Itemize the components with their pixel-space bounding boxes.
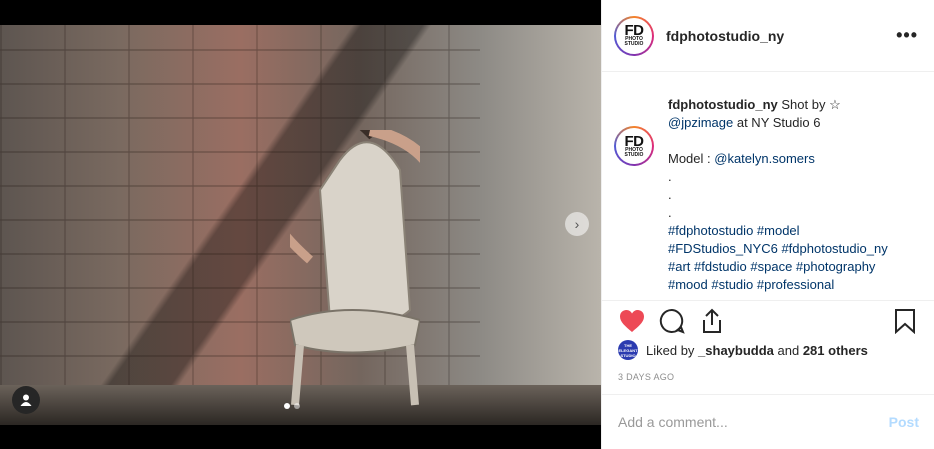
caption-dot-1: .	[668, 169, 672, 184]
action-bar	[602, 300, 934, 340]
photographer-link[interactable]: @jpzimage	[668, 115, 733, 130]
header-username[interactable]: fdphotostudio_ny	[666, 28, 896, 44]
chevron-right-icon: ›	[574, 216, 580, 232]
heart-icon	[620, 309, 644, 332]
likes-count[interactable]: 281 others	[803, 343, 868, 358]
likes-and: and	[773, 342, 803, 358]
carousel-next-button[interactable]: ›	[565, 212, 589, 236]
like-button[interactable]	[618, 307, 646, 335]
caption-text-2: at NY Studio 6	[733, 115, 821, 130]
caption-avatar-logo-subtext: PHOTO STUDIO	[624, 146, 644, 158]
instagram-post-window: › FD PHOTO STUDIO fdphotostudio_ny ••• f…	[0, 0, 934, 449]
bookmark-icon	[895, 308, 915, 334]
comment-icon	[659, 308, 685, 334]
liker-avatar[interactable]: THE ELEGANT STUDIO	[618, 340, 638, 360]
liker-username[interactable]: _shaybudda	[698, 343, 774, 358]
carousel-dot-2	[294, 403, 300, 409]
comment-form: Post	[602, 394, 934, 449]
caption-area: fdphotostudio_ny Shot by ☆ @jpzimage at …	[602, 72, 934, 292]
post-side-panel: FD PHOTO STUDIO fdphotostudio_ny ••• fdp…	[601, 0, 934, 449]
caption-line-1: fdphotostudio_ny Shot by ☆	[668, 96, 919, 114]
post-timestamp[interactable]: 3 DAYS AGO	[618, 372, 674, 382]
avatar-logo: FD PHOTO STUDIO	[616, 17, 652, 54]
share-button[interactable]	[698, 307, 726, 335]
save-button[interactable]	[891, 307, 919, 335]
hashtags-line-4[interactable]: #mood #studio #professional	[668, 276, 919, 292]
hashtags-line-3[interactable]: #art #fdstudio #space #photography	[668, 258, 919, 276]
more-icon[interactable]: •••	[896, 25, 918, 46]
post-comment-button[interactable]: Post	[889, 414, 919, 430]
caption-line-model: Model : @katelyn.somers	[668, 150, 919, 168]
model-link[interactable]: @katelyn.somers	[714, 151, 815, 166]
post-photo[interactable]: ›	[0, 0, 601, 449]
caption-avatar-logo: FD PHOTO STUDIO	[616, 128, 652, 164]
comment-button[interactable]	[658, 307, 686, 335]
caption-line-2: @jpzimage at NY Studio 6	[668, 114, 919, 132]
caption-text-1: Shot by ☆	[777, 97, 841, 112]
caption-avatar[interactable]: FD PHOTO STUDIO	[614, 126, 654, 166]
likes-row: THE ELEGANT STUDIO Liked by _shaybudda a…	[618, 340, 868, 360]
avatar-logo-subtext: PHOTO STUDIO	[624, 36, 644, 47]
carousel-indicator	[284, 403, 300, 409]
post-header: FD PHOTO STUDIO fdphotostudio_ny •••	[602, 0, 934, 72]
hashtags-line-2[interactable]: #FDStudios_NYC6 #fdphotostudio_ny	[668, 240, 919, 258]
hashtags-line-1[interactable]: #fdphotostudio #model	[668, 222, 919, 240]
carousel-dot-1	[284, 403, 290, 409]
comment-input[interactable]	[618, 414, 889, 430]
caption-username[interactable]: fdphotostudio_ny	[668, 97, 778, 112]
user-tag-button[interactable]	[12, 386, 40, 414]
profile-avatar[interactable]: FD PHOTO STUDIO	[614, 15, 654, 56]
model-label: Model :	[668, 151, 715, 166]
caption-dot-3: .	[668, 205, 672, 220]
caption-avatar-logo-text: FD	[624, 132, 645, 150]
caption-dot-2: .	[668, 187, 672, 202]
user-tag-icon	[20, 394, 32, 406]
likes-text: Liked by _shaybudda and 281 others	[646, 343, 868, 358]
share-icon	[703, 308, 721, 333]
chair-figure-illustration	[290, 130, 420, 406]
likes-prefix: Liked by	[646, 342, 699, 358]
